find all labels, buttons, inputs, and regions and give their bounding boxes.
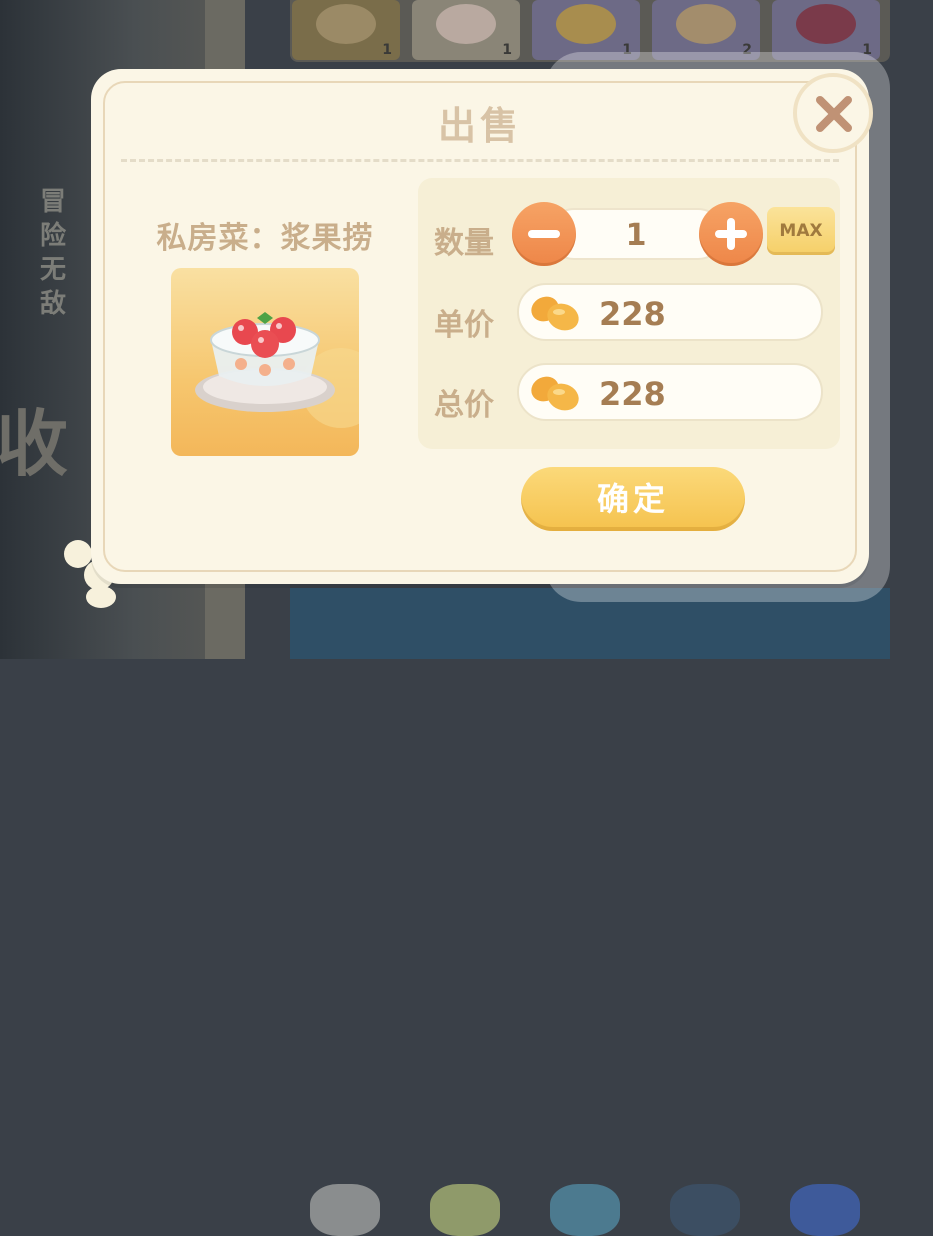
inventory-cell: 1 (412, 0, 520, 60)
bean-coin-icon (531, 376, 579, 411)
inventory-cell: 1 (532, 0, 640, 60)
total-price-field: 228 (517, 363, 823, 421)
penguin-item-icon (670, 1184, 740, 1236)
item-name: 私房菜：浆果捞 (156, 221, 374, 256)
background-side-text: 冒险无敌 (40, 187, 67, 319)
berry-dessert-bowl-icon (195, 312, 359, 428)
bean-coin-icon (531, 296, 579, 331)
total-price-label: 总价 (434, 388, 494, 423)
sell-dialog: 出售 私房菜：浆果捞 数量 1 MAX 单价 228 总价 228 确定 (91, 69, 873, 584)
fish-item-icon (790, 1184, 860, 1236)
inventory-cell: 2 (652, 0, 760, 60)
inventory-count: 1 (382, 42, 392, 58)
quantity-label: 数量 (434, 226, 494, 261)
title-divider (121, 159, 839, 162)
confirm-button[interactable]: 确定 (521, 467, 745, 531)
item-image-card (171, 268, 359, 456)
plus-icon (715, 218, 747, 250)
decrease-quantity-button[interactable] (512, 202, 576, 266)
sell-form-panel: 数量 1 MAX 单价 228 总价 228 (418, 178, 840, 449)
close-button[interactable] (793, 73, 873, 153)
inventory-cell: 1 (292, 0, 400, 60)
dialog-title: 出售 (437, 104, 522, 148)
increase-quantity-button[interactable] (699, 202, 763, 266)
background-big-glyph: 收 (0, 402, 69, 486)
inventory-count: 1 (502, 42, 512, 58)
max-quantity-button[interactable]: MAX (767, 207, 835, 255)
fish-item-icon (550, 1184, 620, 1236)
inventory-cell: 1 (772, 0, 880, 60)
minus-icon (528, 230, 560, 238)
close-icon (816, 96, 852, 132)
unit-price-value: 228 (599, 295, 666, 333)
total-price-value: 228 (599, 375, 666, 413)
unit-price-label: 单价 (434, 308, 494, 343)
cloud-decoration (86, 586, 116, 608)
unit-price-field: 228 (517, 283, 823, 341)
fish-item-icon (430, 1184, 500, 1236)
rock-item-icon (310, 1184, 380, 1236)
